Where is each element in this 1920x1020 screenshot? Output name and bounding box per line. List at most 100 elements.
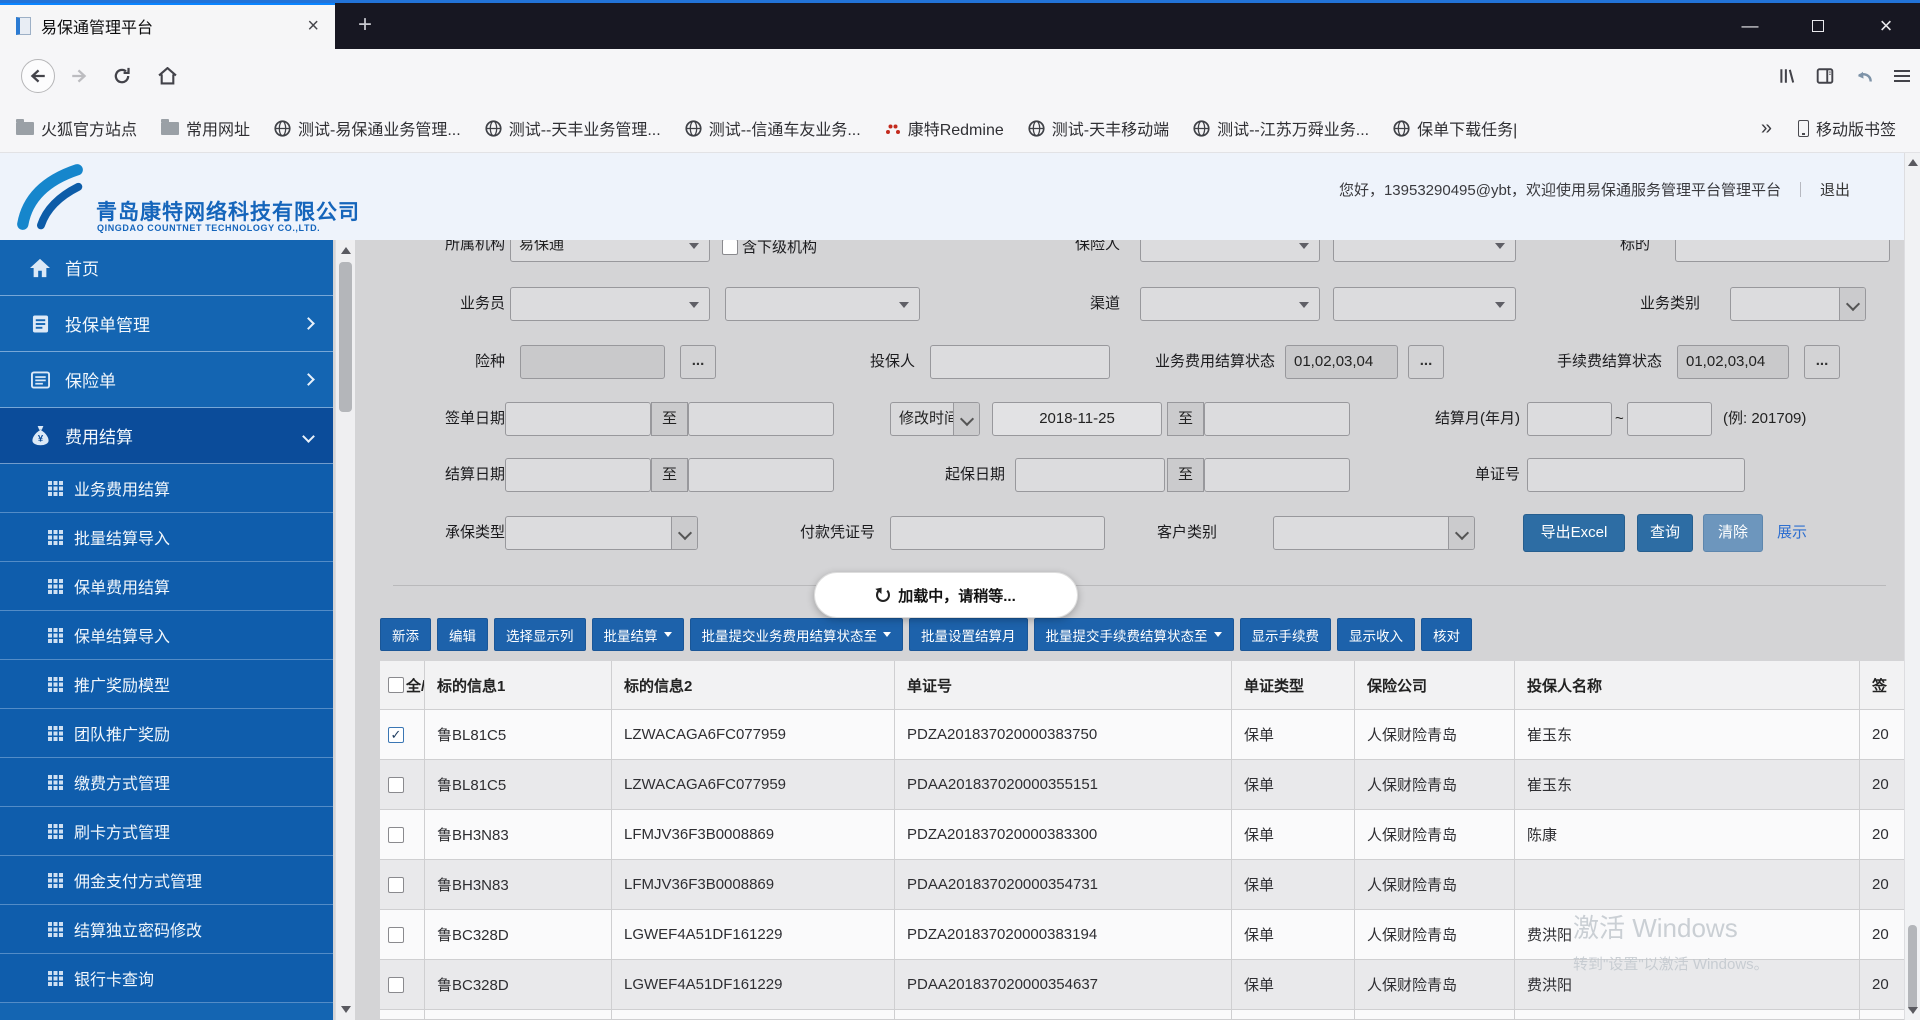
- risk-more-button[interactable]: ...: [680, 345, 716, 379]
- sidebar-item-settlement-password[interactable]: 结算独立密码修改: [0, 905, 333, 954]
- menu-icon[interactable]: [1894, 70, 1910, 82]
- sidebar-item-business-fee-settlement[interactable]: 业务费用结算: [0, 464, 333, 513]
- show-fee-button[interactable]: 显示手续费: [1239, 618, 1331, 651]
- row-checkbox[interactable]: [388, 826, 404, 843]
- salesman-select-2[interactable]: [725, 287, 920, 321]
- bookmarks-overflow-chevron-icon[interactable]: »: [1761, 117, 1772, 140]
- undo-icon[interactable]: [1854, 67, 1874, 85]
- fee-status-more-button[interactable]: ...: [1804, 345, 1840, 379]
- scroll-up-icon[interactable]: [1907, 159, 1918, 166]
- back-icon[interactable]: [21, 59, 55, 93]
- sidebar-item-fee-settlement[interactable]: ¥ 费用结算: [0, 408, 333, 464]
- voucher-input[interactable]: [890, 516, 1105, 550]
- sidebar-item-home[interactable]: 首页: [0, 240, 333, 296]
- table-row[interactable]: 鲁BL81C5 LZWACAGA6FC077959 PDAA2018370200…: [380, 760, 1904, 810]
- batch-settle-dropdown-button[interactable]: 批量结算: [591, 618, 684, 651]
- settle-date-from-input[interactable]: [505, 458, 651, 492]
- sidebar-item-payment-method-mgmt[interactable]: 缴费方式管理: [0, 758, 333, 807]
- settle-month-from-input[interactable]: [1527, 402, 1612, 436]
- browser-tab[interactable]: 易保通管理平台 ×: [0, 2, 335, 49]
- batch-submit-fee-status-button[interactable]: 批量提交手续费结算状态至: [1033, 618, 1234, 651]
- modify-date-input[interactable]: 2018-11-25: [992, 402, 1162, 436]
- row-checkbox[interactable]: [388, 876, 404, 893]
- salesman-select-1[interactable]: [510, 287, 710, 321]
- sidebar-toggle-icon[interactable]: [1816, 67, 1834, 85]
- maximize-icon[interactable]: [1784, 3, 1852, 49]
- table-row[interactable]: ✓ 鲁BL81C5 LZWACAGA6FC077959 PDZA20183702…: [380, 710, 1904, 760]
- bookmark-item[interactable]: 测试--江苏万舜业务...: [1193, 116, 1369, 140]
- bookmark-item[interactable]: 康特Redmine: [885, 116, 1004, 140]
- include-sub-checkbox[interactable]: 含下级机构: [722, 240, 817, 257]
- checkbox-icon[interactable]: [722, 240, 738, 255]
- sidebar-item-policy-fee-settlement[interactable]: 保单费用结算: [0, 562, 333, 611]
- query-button[interactable]: 查询: [1637, 514, 1693, 552]
- bookmark-item[interactable]: 常用网址: [161, 116, 250, 140]
- sidebar-item-card-swipe-mgmt[interactable]: 刷卡方式管理: [0, 807, 333, 856]
- row-checkbox[interactable]: [388, 776, 404, 793]
- scrollbar-thumb[interactable]: [339, 262, 352, 412]
- sidebar-item-batch-settlement-import[interactable]: 批量结算导入: [0, 513, 333, 562]
- sign-date-from-input[interactable]: [505, 402, 651, 436]
- sidebar-item-policy-settlement-import[interactable]: 保单结算导入: [0, 611, 333, 660]
- applicant-input[interactable]: [930, 345, 1110, 379]
- sidebar-item-bank-card-query[interactable]: 银行卡查询: [0, 954, 333, 1003]
- row-checkbox[interactable]: ✓: [388, 726, 404, 743]
- bookmark-item[interactable]: 测试-易保通业务管理...: [274, 116, 461, 140]
- select-all-checkbox[interactable]: [388, 677, 404, 693]
- sidebar-item-policy[interactable]: 保险单: [0, 352, 333, 408]
- scroll-down-icon[interactable]: [1907, 1007, 1918, 1014]
- sidebar-item-commission-pay-mgmt[interactable]: 佣金支付方式管理: [0, 856, 333, 905]
- risk-input[interactable]: [520, 345, 665, 379]
- modify-date-to-input[interactable]: [1204, 402, 1350, 436]
- row-checkbox[interactable]: [388, 976, 404, 993]
- modify-time-select[interactable]: 修改时间: [890, 402, 980, 436]
- underwrite-select[interactable]: [505, 516, 698, 550]
- start-date-from-input[interactable]: [1015, 458, 1165, 492]
- page-scrollbar[interactable]: [1904, 153, 1920, 1020]
- bookmark-item[interactable]: 火狐官方站点: [16, 116, 137, 140]
- check-button[interactable]: 核对: [1421, 618, 1472, 651]
- new-tab-button[interactable]: +: [348, 10, 382, 42]
- edit-button[interactable]: 编辑: [437, 618, 488, 651]
- settle-date-to-input[interactable]: [688, 458, 834, 492]
- tab-close-icon[interactable]: ×: [301, 15, 325, 38]
- row-checkbox[interactable]: [388, 926, 404, 943]
- sidebar-item-team-promo-reward[interactable]: 团队推广奖励: [0, 709, 333, 758]
- doc-no-input[interactable]: [1527, 458, 1745, 492]
- target-input[interactable]: [1675, 240, 1890, 262]
- batch-set-settle-month-button[interactable]: 批量设置结算月: [909, 618, 1028, 651]
- dropdown-chevron-icon[interactable]: [671, 517, 697, 549]
- add-button[interactable]: 新添: [380, 618, 431, 651]
- bookmark-item[interactable]: 测试--信通车友业务...: [685, 116, 861, 140]
- clear-button[interactable]: 清除: [1703, 514, 1763, 552]
- home-icon[interactable]: [150, 59, 184, 93]
- batch-submit-biz-fee-status-button[interactable]: 批量提交业务费用结算状态至: [689, 618, 903, 651]
- forward-icon[interactable]: [62, 59, 96, 93]
- channel-select-2[interactable]: [1333, 287, 1516, 321]
- dropdown-chevron-icon[interactable]: [953, 403, 979, 435]
- sidebar-item-proposal-management[interactable]: 投保单管理: [0, 296, 333, 352]
- biz-fee-status-more-button[interactable]: ...: [1408, 345, 1444, 379]
- scroll-up-icon[interactable]: [340, 247, 351, 254]
- biz-fee-status-input[interactable]: 01,02,03,04: [1285, 345, 1398, 379]
- close-icon[interactable]: ×: [1852, 3, 1920, 49]
- start-date-to-input[interactable]: [1204, 458, 1350, 492]
- scroll-down-icon[interactable]: [340, 1006, 351, 1013]
- expand-link[interactable]: 展示: [1777, 514, 1807, 552]
- reload-icon[interactable]: [105, 59, 139, 93]
- scrollbar-thumb[interactable]: [1908, 925, 1917, 1011]
- bookmark-item[interactable]: 保单下载任务|: [1393, 116, 1517, 140]
- library-icon[interactable]: [1778, 67, 1796, 85]
- settle-month-to-input[interactable]: [1627, 402, 1712, 436]
- org-select[interactable]: 易保通: [510, 240, 710, 262]
- export-excel-button[interactable]: 导出Excel: [1523, 514, 1625, 552]
- insurer-select-1[interactable]: [1140, 240, 1320, 262]
- channel-select-1[interactable]: [1140, 287, 1320, 321]
- customer-select[interactable]: [1273, 516, 1475, 550]
- sign-date-to-input[interactable]: [688, 402, 834, 436]
- table-row[interactable]: 鲁BH3N83 LFMJV36F3B0008869 PDAA2018370200…: [380, 860, 1904, 910]
- content-scrollbar[interactable]: [335, 240, 355, 1020]
- bookmark-item[interactable]: 测试-天丰移动端: [1028, 116, 1169, 140]
- table-row[interactable]: 鲁BH3N83 LFMJV36F3B0008869 PDZA2018370200…: [380, 810, 1904, 860]
- logout-link[interactable]: 退出: [1820, 179, 1850, 200]
